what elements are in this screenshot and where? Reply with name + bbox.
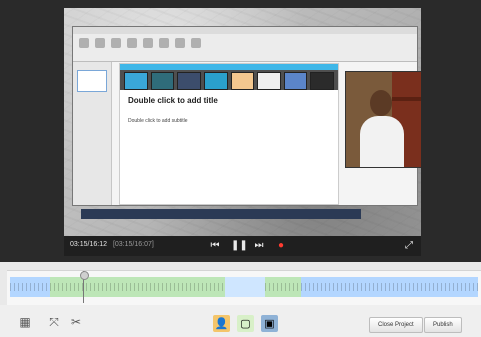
grid-icon[interactable]: ▦ [18,315,32,329]
theme-swatch [203,72,228,90]
timeline-segment [50,277,225,297]
timeline[interactable] [7,270,481,306]
playback-controls: ⏮ ❚❚ ⏭ ● [209,240,287,252]
theme-swatch [230,72,255,90]
scissors-icon[interactable]: ✂ [69,315,83,329]
inner-taskbar [81,209,361,219]
app-window: Double click to add title Double click t… [0,0,481,337]
ribbon-icon [127,38,137,48]
preview-stage: Double click to add title Double click t… [0,0,481,262]
split-icon: ▣ [264,318,275,330]
webcam-overlay [345,71,421,168]
time-display: 03:15/16:12 [03:15/16:07] [70,241,154,248]
ribbon-icon [191,38,201,48]
fast-forward-icon[interactable]: ⏭ [253,240,265,252]
inner-ribbon-tabs [73,27,417,34]
inner-ribbon-icons [73,34,417,52]
theme-swatch [177,72,201,90]
bottom-toolbar: ▦ ⤧ ✂ 👤 ▢ ▣ Close Project Publish [0,305,481,337]
theme-swatch [257,72,281,90]
timeline-playhead[interactable] [80,271,89,303]
timeline-segment [301,277,478,297]
timeline-segment [10,277,50,297]
theme-swatch [150,72,175,90]
webcam-person-head [370,90,392,116]
timeline-waveform [10,283,50,291]
mode-screen-button[interactable]: ▢ [237,315,254,332]
cursor-icon[interactable]: ⤧ [47,315,61,329]
slide-title-placeholder: Double click to add title [128,96,218,105]
ribbon-icon [95,38,105,48]
pause-icon[interactable]: ❚❚ [231,240,248,252]
slide-canvas: Double click to add title Double click t… [119,63,339,205]
timeline-segment [225,277,265,297]
slide-thumbnail [77,70,107,92]
themes-gallery [120,70,338,90]
ribbon-icon [79,38,89,48]
timeline-waveform [301,283,478,291]
fullscreen-icon[interactable]: ⤢ [403,240,415,252]
screen-icon: ▢ [240,318,251,330]
publish-button[interactable]: Publish [424,317,462,333]
close-project-button[interactable]: Close Project [369,317,423,333]
ribbon-icon [159,38,169,48]
rewind-icon[interactable]: ⏮ [209,240,221,252]
webcam-person-body [360,116,404,167]
timeline-waveform [265,283,301,291]
slide-thumbnails-pane [73,62,112,205]
ribbon-icon [175,38,185,48]
webcam-person [360,90,404,167]
mode-camera-button[interactable]: 👤 [213,315,230,332]
theme-swatch [310,72,334,90]
ribbon-icon [143,38,153,48]
mode-split-button[interactable]: ▣ [261,315,278,332]
timeline-segment [265,277,301,297]
camera-icon: 👤 [214,318,229,330]
theme-swatch [283,72,308,90]
record-icon[interactable]: ● [275,240,287,252]
slide-subtitle-placeholder: Double click to add subtitle [128,118,188,124]
video-preview[interactable]: Double click to add title Double click t… [64,8,421,236]
current-time: 03:15/16:12 [70,241,107,248]
ribbon-icon [111,38,121,48]
timeline-waveform [50,283,225,291]
duration-hint: [03:15/16:07] [112,241,154,248]
inner-ribbon [73,27,417,62]
timeline-track[interactable] [10,271,478,303]
theme-swatch [124,72,148,90]
playback-control-bar: 03:15/16:12 [03:15/16:07] ⏮ ❚❚ ⏭ ● ⤢ [64,236,421,256]
